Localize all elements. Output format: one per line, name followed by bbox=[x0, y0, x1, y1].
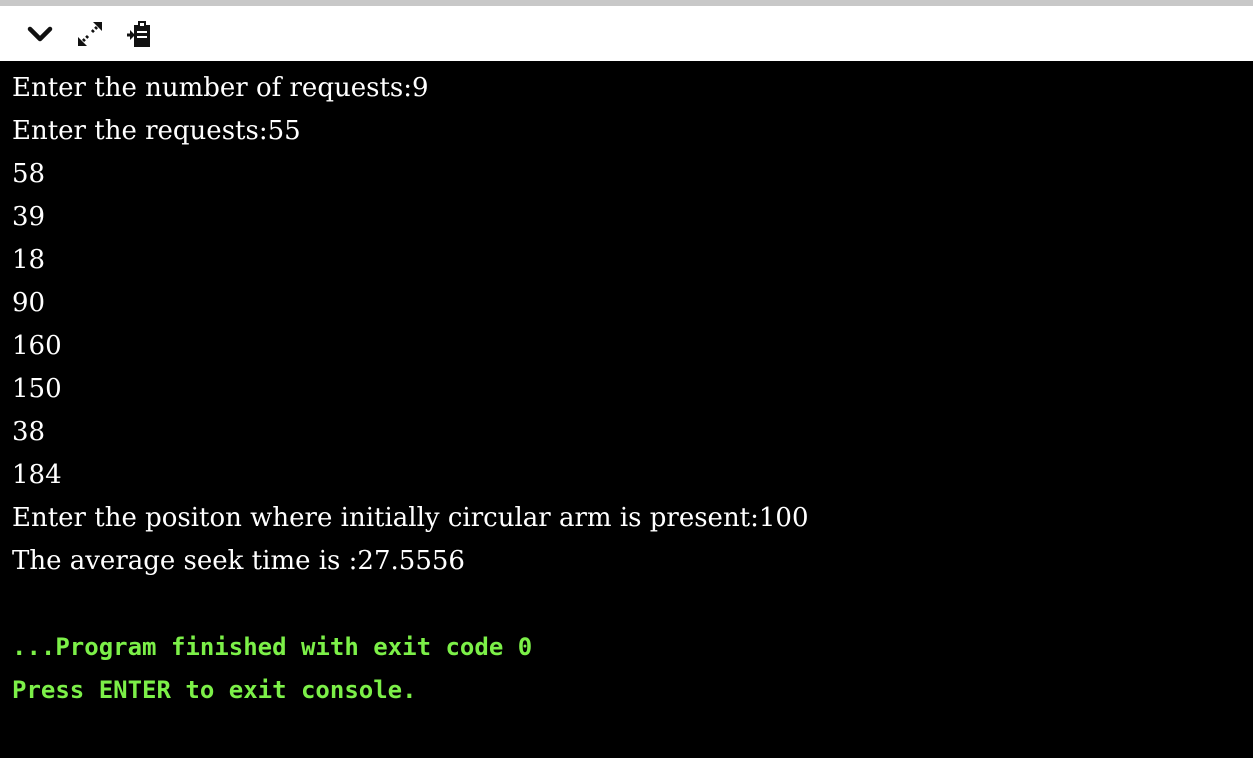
copy-button[interactable] bbox=[122, 16, 158, 52]
maximize-button[interactable] bbox=[72, 16, 108, 52]
console-toolbar bbox=[0, 6, 1253, 61]
console-line: 160 bbox=[12, 331, 62, 361]
chevron-down-icon bbox=[27, 26, 53, 41]
console-line: Enter the number of requests:9 bbox=[12, 73, 429, 103]
clipboard-icon bbox=[127, 20, 150, 47]
console-line: Enter the positon where initially circul… bbox=[12, 503, 809, 533]
console-line: 39 bbox=[12, 202, 46, 232]
console-output[interactable]: Enter the number of requests:9 Enter the… bbox=[0, 61, 1253, 758]
console-line: Enter the requests:55 bbox=[12, 116, 301, 146]
collapse-button[interactable] bbox=[22, 16, 58, 52]
console-window: Enter the number of requests:9 Enter the… bbox=[0, 0, 1253, 758]
console-line: 38 bbox=[12, 417, 46, 447]
expand-icon bbox=[77, 21, 103, 46]
console-line: 184 bbox=[12, 460, 62, 490]
console-line: 18 bbox=[12, 245, 46, 275]
console-line: 58 bbox=[12, 159, 46, 189]
exit-prompt-line: Press ENTER to exit console. bbox=[12, 676, 417, 704]
console-line: The average seek time is :27.5556 bbox=[12, 546, 465, 576]
console-line: 150 bbox=[12, 374, 62, 404]
exit-status-line: ...Program finished with exit code 0 bbox=[12, 633, 533, 661]
console-line: 90 bbox=[12, 288, 46, 318]
